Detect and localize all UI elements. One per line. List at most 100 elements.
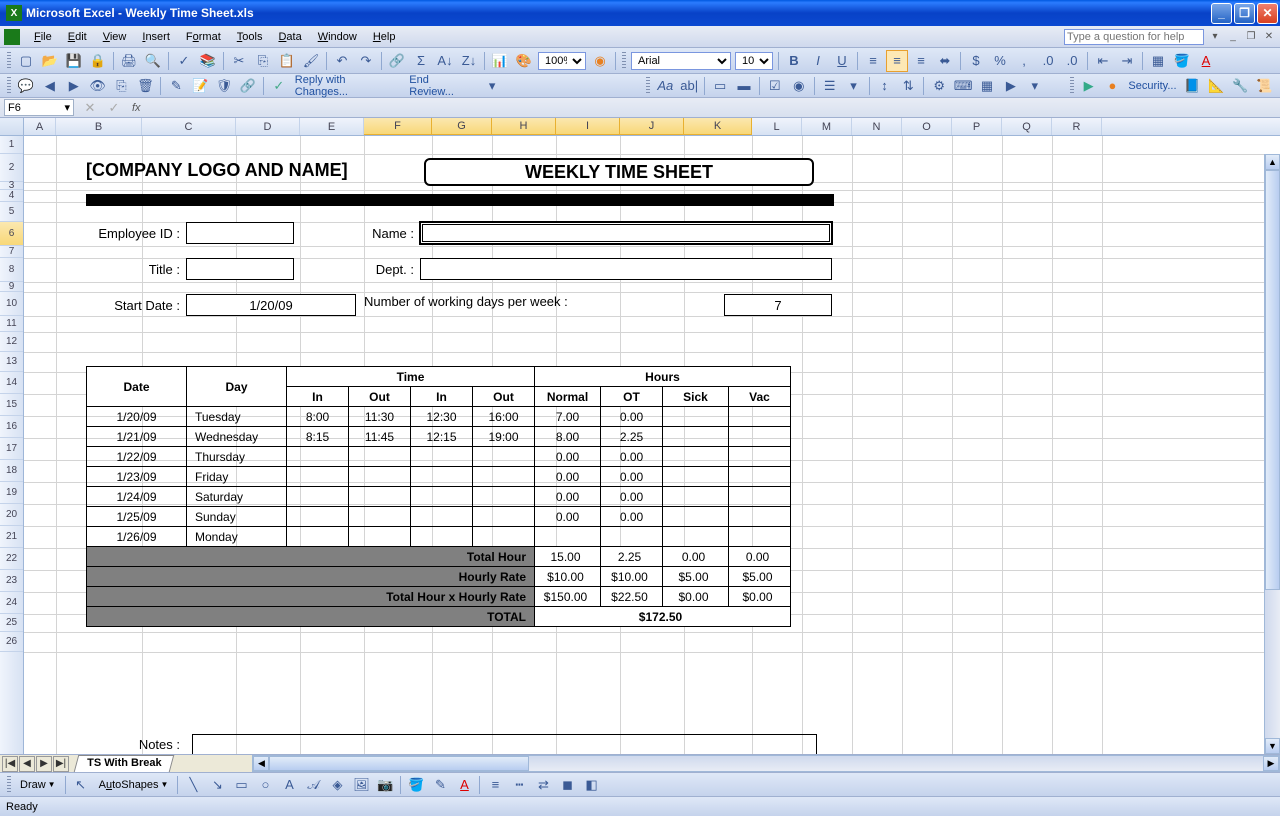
percent-icon[interactable]: %: [989, 50, 1011, 72]
column-header[interactable]: N: [852, 118, 902, 135]
toolbar-options-icon[interactable]: ▾: [1024, 75, 1046, 97]
arrow-icon[interactable]: ↘: [206, 774, 228, 796]
name-input[interactable]: [420, 222, 832, 244]
row-header[interactable]: 13: [0, 352, 23, 372]
research-icon[interactable]: 📚: [197, 50, 219, 72]
toolbar-grip[interactable]: [646, 77, 650, 95]
row-header[interactable]: 20: [0, 504, 23, 526]
permission-icon[interactable]: 🔒: [87, 50, 109, 72]
column-header[interactable]: C: [142, 118, 236, 135]
button-icon[interactable]: ▬: [733, 75, 755, 97]
delete-comment-icon[interactable]: 🗑: [134, 75, 156, 97]
help-input[interactable]: [1064, 29, 1204, 45]
workbook-minimize-icon[interactable]: _: [1226, 30, 1240, 44]
line-style-icon[interactable]: ≡: [484, 774, 506, 796]
new-icon[interactable]: ▢: [15, 50, 37, 72]
borders-icon[interactable]: ▦: [1147, 50, 1169, 72]
italic-icon[interactable]: I: [807, 50, 829, 72]
dept-input[interactable]: [420, 258, 832, 280]
end-review-button[interactable]: End Review...: [405, 74, 480, 98]
help-icon[interactable]: ◉: [589, 50, 611, 72]
workbook-restore-icon[interactable]: ❐: [1244, 30, 1258, 44]
menu-tools[interactable]: Tools: [229, 29, 271, 45]
run-dialog-icon[interactable]: ▶: [1000, 75, 1022, 97]
column-header[interactable]: R: [1052, 118, 1102, 135]
macro-play-icon[interactable]: ▶: [1078, 75, 1100, 97]
timesheet-table[interactable]: Date Day Time Hours InOut InOut NormalOT…: [86, 366, 791, 627]
row-header[interactable]: 17: [0, 438, 23, 460]
toolbar-grip[interactable]: [1070, 77, 1074, 95]
scroll-up-icon[interactable]: ▲: [1265, 154, 1280, 170]
toolbar-grip[interactable]: [7, 776, 11, 794]
reply-changes-button[interactable]: Reply with Changes...: [291, 74, 405, 98]
increase-indent-icon[interactable]: ⇥: [1116, 50, 1138, 72]
menu-insert[interactable]: Insert: [134, 29, 178, 45]
align-right-icon[interactable]: ≡: [910, 50, 932, 72]
comma-icon[interactable]: ,: [1013, 50, 1035, 72]
column-header[interactable]: K: [684, 118, 752, 135]
align-left-icon[interactable]: ≡: [862, 50, 884, 72]
employee-id-input[interactable]: [186, 222, 294, 244]
row-header[interactable]: 18: [0, 460, 23, 482]
fx-icon[interactable]: fx: [126, 102, 147, 114]
spellcheck-icon[interactable]: ✓: [173, 50, 195, 72]
chevron-down-icon[interactable]: ▾: [64, 101, 70, 114]
protect-icon[interactable]: 🛡: [213, 75, 235, 97]
shadow-icon[interactable]: ◼: [556, 774, 578, 796]
draw-menu[interactable]: Draw ▼: [14, 777, 62, 793]
row-header[interactable]: 22: [0, 548, 23, 570]
row-header[interactable]: 4: [0, 190, 23, 202]
font-color-draw-icon[interactable]: A: [453, 774, 475, 796]
decrease-indent-icon[interactable]: ⇤: [1092, 50, 1114, 72]
checkbox-icon[interactable]: ☑: [764, 75, 786, 97]
close-button[interactable]: ✕: [1257, 3, 1278, 24]
fontsize-select[interactable]: 10: [735, 52, 773, 70]
currency-icon[interactable]: $: [965, 50, 987, 72]
enter-formula-icon[interactable]: ✓: [103, 97, 125, 119]
cut-icon[interactable]: ✂: [228, 50, 250, 72]
textbox-icon[interactable]: ab|: [678, 75, 700, 97]
row-header[interactable]: 24: [0, 592, 23, 614]
toggle-grid-icon[interactable]: ▦: [976, 75, 998, 97]
workdays-input[interactable]: 7: [724, 294, 832, 316]
combo-icon[interactable]: ▾: [843, 75, 865, 97]
rectangle-icon[interactable]: ▭: [230, 774, 252, 796]
row-header[interactable]: 19: [0, 482, 23, 504]
vertical-scrollbar[interactable]: ▲ ▼: [1264, 154, 1280, 754]
row-header[interactable]: 5: [0, 202, 23, 222]
label-icon[interactable]: Aa: [654, 75, 676, 97]
last-tab-icon[interactable]: ▶|: [53, 756, 69, 772]
select-objects-icon[interactable]: ↖: [70, 774, 92, 796]
name-box[interactable]: F6▾: [4, 99, 74, 116]
row-header[interactable]: 26: [0, 632, 23, 652]
autosum-icon[interactable]: Σ: [410, 50, 432, 72]
scroll-thumb[interactable]: [1265, 170, 1280, 590]
dash-style-icon[interactable]: ┅: [508, 774, 530, 796]
undo-icon[interactable]: ↶: [331, 50, 353, 72]
line-color-icon[interactable]: ✎: [429, 774, 451, 796]
row-header[interactable]: 16: [0, 416, 23, 438]
row-header[interactable]: 2: [0, 154, 23, 182]
open-icon[interactable]: 📂: [39, 50, 61, 72]
chart-icon[interactable]: 📊: [489, 50, 511, 72]
format-painter-icon[interactable]: 🖌: [300, 50, 322, 72]
row-header[interactable]: 15: [0, 394, 23, 416]
copy-icon[interactable]: ⎘: [252, 50, 274, 72]
column-header[interactable]: J: [620, 118, 684, 135]
font-color-icon[interactable]: A: [1195, 50, 1217, 72]
security-button[interactable]: Security...: [1124, 80, 1180, 92]
row-header[interactable]: 21: [0, 526, 23, 548]
row-header[interactable]: 25: [0, 614, 23, 632]
column-header[interactable]: D: [236, 118, 300, 135]
scrollbar-icon[interactable]: ↕: [874, 75, 896, 97]
show-all-icon[interactable]: ⎘: [111, 75, 133, 97]
help-dropdown-icon[interactable]: ▾: [1208, 30, 1222, 44]
properties-icon[interactable]: ⚙: [928, 75, 950, 97]
sort-desc-icon[interactable]: Z↓: [458, 50, 480, 72]
toolbar-options-icon[interactable]: ▾: [481, 75, 503, 97]
toolbar-grip[interactable]: [7, 52, 11, 70]
help-search[interactable]: [1064, 29, 1204, 45]
clipart-icon[interactable]: 🖼: [350, 774, 372, 796]
picture-icon[interactable]: 📷: [374, 774, 396, 796]
share-icon[interactable]: 🔗: [237, 75, 259, 97]
